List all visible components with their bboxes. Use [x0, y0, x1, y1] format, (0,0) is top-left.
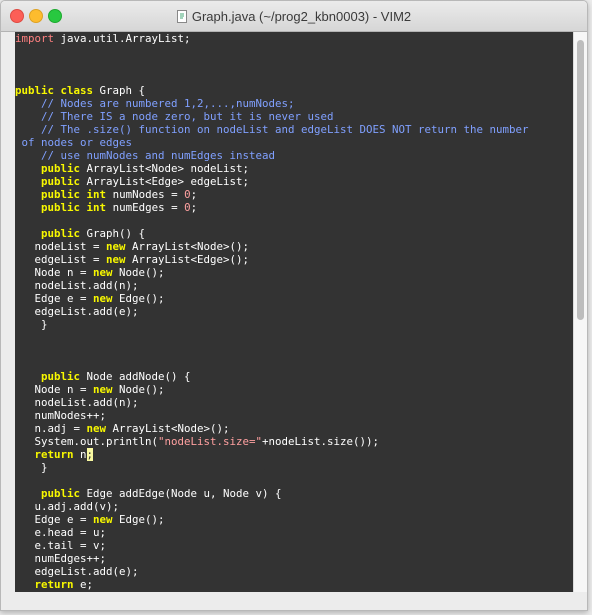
java-file-icon	[176, 10, 187, 23]
vim-window: Graph.java (~/prog2_kbn0003) - VIM2 impo…	[0, 0, 588, 611]
code-line[interactable]: numNodes++;	[15, 409, 573, 422]
code-line[interactable]	[15, 58, 573, 71]
code-line[interactable]: e.tail = v;	[15, 539, 573, 552]
code-line[interactable]: public Edge addEdge(Node u, Node v) {	[15, 487, 573, 500]
code-line[interactable]	[15, 357, 573, 370]
window-title-wrap: Graph.java (~/prog2_kbn0003) - VIM2	[1, 9, 587, 24]
code-line[interactable]: Node n = new Node();	[15, 266, 573, 279]
code-line[interactable]: import java.util.ArrayList;	[15, 32, 573, 45]
code-line[interactable]: }	[15, 461, 573, 474]
code-line[interactable]	[15, 45, 573, 58]
vertical-scrollbar[interactable]	[573, 32, 587, 592]
code-line[interactable]	[15, 71, 573, 84]
code-line[interactable]: of nodes or edges	[15, 136, 573, 149]
code-line[interactable]: public Graph() {	[15, 227, 573, 240]
code-line[interactable]: edgeList = new ArrayList<Edge>();	[15, 253, 573, 266]
code-line[interactable]: nodeList.add(n);	[15, 279, 573, 292]
code-line[interactable]: numEdges++;	[15, 552, 573, 565]
code-line[interactable]: public class Graph {	[15, 84, 573, 97]
code-line[interactable]: // use numNodes and numEdges instead	[15, 149, 573, 162]
code-line[interactable]: public ArrayList<Node> nodeList;	[15, 162, 573, 175]
code-line[interactable]: System.out.println("nodeList.size="+node…	[15, 435, 573, 448]
code-line[interactable]: nodeList.add(n);	[15, 396, 573, 409]
code-line[interactable]: return e;	[15, 578, 573, 591]
code-line[interactable]: n.adj = new ArrayList<Node>();	[15, 422, 573, 435]
text-cursor: ;	[86, 448, 94, 461]
code-line[interactable]: public Node addNode() {	[15, 370, 573, 383]
scrollbar-thumb[interactable]	[577, 40, 584, 320]
code-line[interactable]: Edge e = new Edge();	[15, 513, 573, 526]
code-text[interactable]: import java.util.ArrayList; public class…	[15, 32, 573, 592]
code-line[interactable]	[15, 474, 573, 487]
code-line[interactable]: Node n = new Node();	[15, 383, 573, 396]
code-line[interactable]: u.adj.add(v);	[15, 500, 573, 513]
window-title: Graph.java (~/prog2_kbn0003) - VIM2	[191, 9, 412, 24]
code-line[interactable]	[15, 331, 573, 344]
code-editor[interactable]: import java.util.ArrayList; public class…	[15, 32, 573, 592]
title-bar[interactable]: Graph.java (~/prog2_kbn0003) - VIM2	[1, 1, 587, 32]
code-line[interactable]: edgeList.add(e);	[15, 305, 573, 318]
code-line[interactable]: // There IS a node zero, but it is never…	[15, 110, 573, 123]
code-line[interactable]: Edge e = new Edge();	[15, 292, 573, 305]
code-line[interactable]: }	[15, 318, 573, 331]
code-line[interactable]: public ArrayList<Edge> edgeList;	[15, 175, 573, 188]
code-line[interactable]	[15, 214, 573, 227]
code-line[interactable]: public int numNodes = 0;	[15, 188, 573, 201]
code-line[interactable]: // Nodes are numbered 1,2,...,numNodes;	[15, 97, 573, 110]
code-line[interactable]	[15, 344, 573, 357]
code-line[interactable]: return n;	[15, 448, 573, 461]
window-bottom-edge	[1, 592, 587, 610]
code-line[interactable]: e.head = u;	[15, 526, 573, 539]
code-line[interactable]: public int numEdges = 0;	[15, 201, 573, 214]
code-line[interactable]: nodeList = new ArrayList<Node>();	[15, 240, 573, 253]
code-line[interactable]: edgeList.add(e);	[15, 565, 573, 578]
code-line[interactable]: // The .size() function on nodeList and …	[15, 123, 573, 136]
